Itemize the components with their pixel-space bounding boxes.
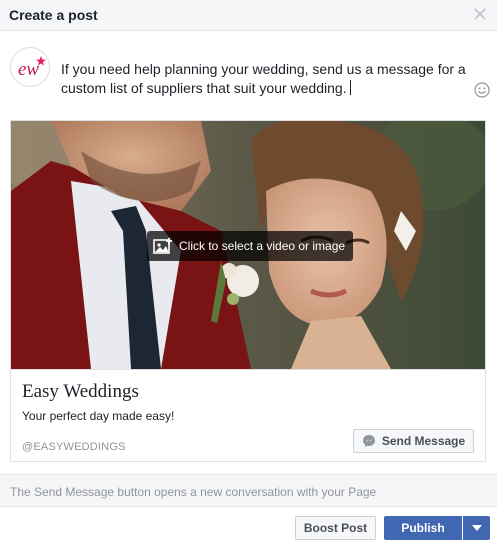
send-message-button[interactable]: Send Message [353,429,474,453]
photo-icon [153,238,172,254]
easy-weddings-logo: ew [18,56,46,80]
card-info: Easy Weddings Your perfect day made easy… [11,369,485,461]
post-text: If you need help planning your wedding, … [61,61,466,96]
post-text-input[interactable]: If you need help planning your wedding, … [61,60,466,98]
card-title: Easy Weddings [22,381,139,402]
dialog-header: Create a post [0,0,497,31]
link-preview-card: Click to select a video or image Easy We… [10,120,486,462]
text-caret [349,80,351,95]
emoji-icon[interactable] [474,82,490,98]
publish-options-dropdown[interactable] [463,516,490,540]
messenger-icon [362,435,375,447]
media-area[interactable]: Click to select a video or image [11,121,485,369]
avatar: ew [10,47,50,87]
close-icon[interactable] [472,6,488,22]
post-composer[interactable]: ew If you need help planning your weddin… [0,31,497,105]
send-message-label: Send Message [381,434,466,448]
select-media-button[interactable]: Click to select a video or image [147,231,354,261]
card-domain: @EASYWEDDINGS [22,441,126,453]
boost-post-button[interactable]: Boost Post [295,516,376,540]
svg-text:ew: ew [18,59,39,80]
chevron-down-icon [471,525,482,531]
select-media-label: Click to select a video or image [179,239,346,253]
dialog-title: Create a post [9,7,98,23]
publish-button[interactable]: Publish [384,516,462,540]
info-note: The Send Message button opens a new conv… [0,474,497,507]
dialog-footer: Boost Post Publish [0,507,497,546]
card-description: Your perfect day made easy! [22,409,175,423]
info-note-text: The Send Message button opens a new conv… [10,485,377,499]
